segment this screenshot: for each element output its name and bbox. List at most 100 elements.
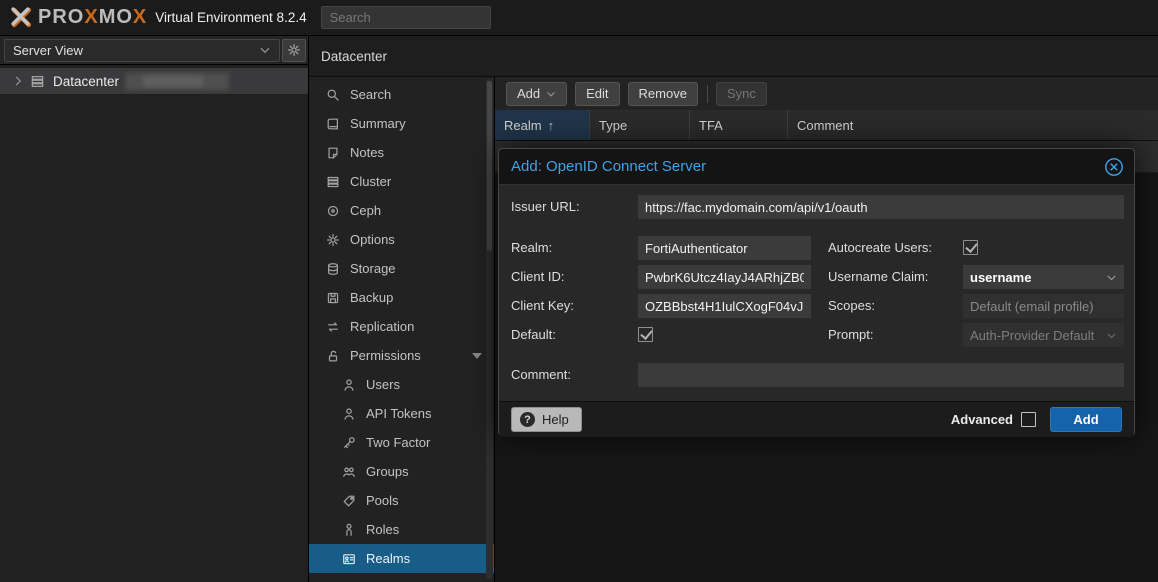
question-icon: ?: [520, 412, 535, 427]
chevron-down-icon: [1106, 272, 1117, 283]
issuer-url-field[interactable]: [638, 195, 1124, 219]
gear-icon: [287, 43, 301, 57]
brand-wordmark: PROXMOX: [38, 6, 147, 29]
nav-item-api-tokens[interactable]: API Tokens: [309, 399, 494, 428]
sort-ascending-icon: ↑: [548, 118, 555, 133]
resource-tree: Datacenter: [0, 65, 308, 582]
column-header-realm[interactable]: Realm↑: [495, 110, 590, 140]
add-openid-dialog: Add: OpenID Connect Server Issuer URL: R…: [498, 148, 1135, 436]
nav-item-replication[interactable]: Replication: [309, 312, 494, 341]
username-claim-label: Username Claim:: [828, 265, 958, 289]
nav-item-backup[interactable]: Backup: [309, 283, 494, 312]
nav-item-pools[interactable]: Pools: [309, 486, 494, 515]
tree-settings-button[interactable]: [282, 39, 306, 62]
column-header-type[interactable]: Type: [590, 110, 690, 140]
nav-item-ha[interactable]: HA: [309, 573, 494, 582]
redacted-node-name: [125, 73, 229, 90]
nav-item-groups[interactable]: Groups: [309, 457, 494, 486]
nav-item-realms[interactable]: Realms: [309, 544, 494, 573]
nav-item-options[interactable]: Options: [309, 225, 494, 254]
nav-item-search[interactable]: Search: [309, 80, 494, 109]
username-claim-select[interactable]: username: [963, 265, 1124, 289]
user-icon: [341, 377, 357, 393]
nav-item-cluster[interactable]: Cluster: [309, 167, 494, 196]
proxmox-logo-icon: [10, 6, 33, 29]
floppy-icon: [325, 290, 341, 306]
issuer-url-label: Issuer URL:: [511, 195, 636, 219]
brand-part-x: X: [84, 6, 98, 28]
chevron-down-icon: [259, 44, 271, 56]
view-selector-combo[interactable]: Server View: [4, 39, 280, 62]
datacenter-nav: Search Summary Notes Cluster Ceph Option…: [308, 77, 494, 582]
tree-node-label: Datacenter: [53, 74, 119, 89]
page-title: Datacenter: [321, 49, 387, 64]
autocreate-users-checkbox[interactable]: [963, 240, 978, 255]
nav-scrollbar[interactable]: [486, 79, 493, 579]
view-selector-value: Server View: [13, 43, 83, 58]
toolbar-separator: [707, 85, 708, 103]
nav-item-notes[interactable]: Notes: [309, 138, 494, 167]
tag-icon: [341, 493, 357, 509]
resource-tree-toolbar: Server View: [0, 36, 308, 65]
tree-node-datacenter[interactable]: Datacenter: [0, 68, 308, 94]
proxmox-app: PROXMOX Virtual Environment 8.2.4 Server…: [0, 0, 1158, 582]
realm-field[interactable]: [638, 236, 811, 260]
nav-item-storage[interactable]: Storage: [309, 254, 494, 283]
prompt-label: Prompt:: [828, 323, 958, 347]
scrollbar-thumb[interactable]: [487, 81, 492, 251]
brand-part: PRO: [38, 6, 84, 28]
default-label: Default:: [511, 323, 636, 347]
datacenter-icon: [30, 74, 45, 89]
comment-label: Comment:: [511, 363, 636, 387]
note-icon: [325, 145, 341, 161]
add-button[interactable]: Add: [506, 82, 567, 106]
scopes-field[interactable]: [963, 294, 1124, 318]
nav-item-ceph[interactable]: Ceph: [309, 196, 494, 225]
replication-arrows-icon: [325, 319, 341, 335]
collapse-caret-icon[interactable]: [472, 353, 482, 359]
advanced-label: Advanced: [951, 412, 1013, 427]
client-key-label: Client Key:: [511, 294, 636, 318]
chevron-down-icon: [546, 89, 556, 99]
column-header-tfa[interactable]: TFA: [690, 110, 788, 140]
dialog-add-button[interactable]: Add: [1050, 407, 1122, 432]
chevron-down-icon: [1106, 330, 1117, 341]
group-icon: [341, 464, 357, 480]
realms-toolbar: Add Edit Remove Sync: [495, 77, 1158, 110]
sync-button[interactable]: Sync: [716, 82, 767, 106]
help-button[interactable]: ? Help: [511, 407, 582, 432]
search-icon: [325, 87, 341, 103]
nav-item-users[interactable]: Users: [309, 370, 494, 399]
product-version-label: Virtual Environment 8.2.4: [155, 10, 306, 25]
nav-item-permissions[interactable]: Permissions: [309, 341, 494, 370]
nav-item-two-factor[interactable]: Two Factor: [309, 428, 494, 457]
realm-label: Realm:: [511, 236, 636, 260]
default-checkbox[interactable]: [638, 327, 653, 342]
close-icon[interactable]: [1104, 157, 1124, 177]
nav-item-summary[interactable]: Summary: [309, 109, 494, 138]
client-key-field[interactable]: [638, 294, 811, 318]
client-id-field[interactable]: [638, 265, 811, 289]
cluster-icon: [325, 174, 341, 190]
comment-field[interactable]: [638, 363, 1124, 387]
remove-button[interactable]: Remove: [628, 82, 698, 106]
storage-icon: [325, 261, 341, 277]
prompt-select[interactable]: Auth-Provider Default: [963, 323, 1124, 347]
user-outline-icon: [341, 406, 357, 422]
person-icon: [341, 522, 357, 538]
edit-button[interactable]: Edit: [575, 82, 619, 106]
nav-item-roles[interactable]: Roles: [309, 515, 494, 544]
id-card-icon: [341, 551, 357, 567]
dialog-body: Issuer URL: Realm: Autocreate Users: Cli…: [499, 185, 1134, 401]
gear-icon: [325, 232, 341, 248]
ceph-icon: [325, 203, 341, 219]
unlock-icon: [325, 348, 341, 364]
column-header-comment[interactable]: Comment: [788, 110, 1158, 140]
expand-chevron-icon[interactable]: [12, 75, 24, 87]
scopes-label: Scopes:: [828, 294, 958, 318]
brand-part-x: X: [133, 6, 147, 28]
advanced-checkbox[interactable]: [1021, 412, 1036, 427]
dialog-titlebar[interactable]: Add: OpenID Connect Server: [499, 149, 1134, 185]
book-icon: [325, 116, 341, 132]
global-search-input[interactable]: [321, 6, 491, 29]
